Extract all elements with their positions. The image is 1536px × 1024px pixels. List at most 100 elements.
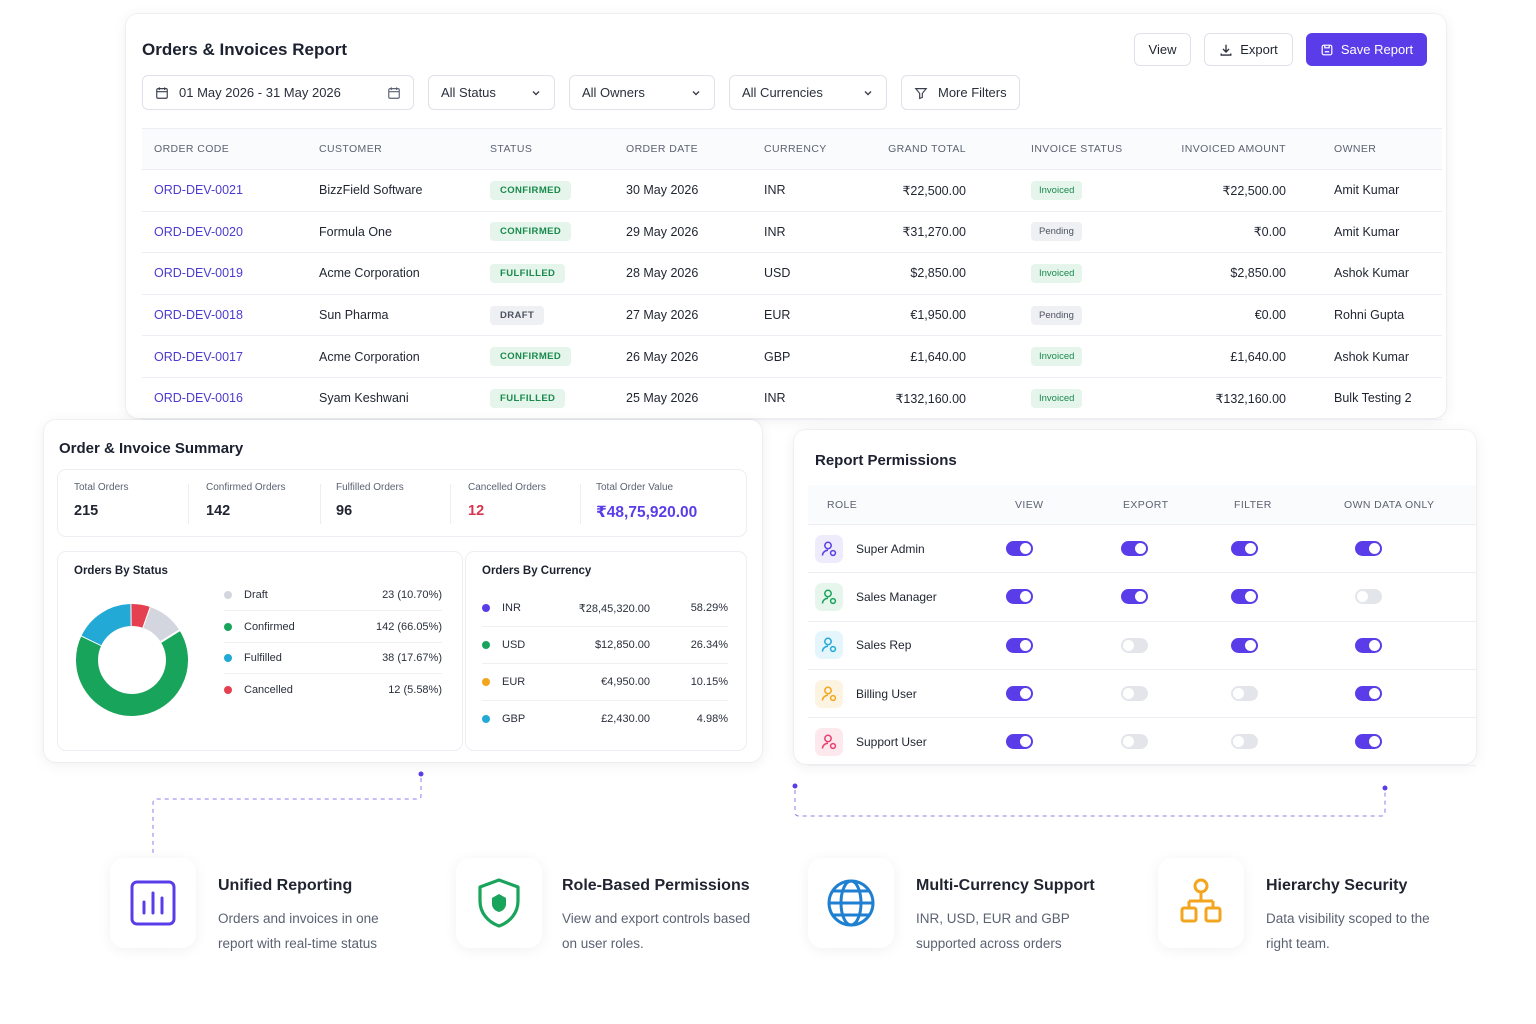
toggle-knob [1233, 736, 1244, 748]
invoice-status-badge: Invoiced [1031, 347, 1083, 367]
cell-invoice-status: Invoiced [1031, 253, 1083, 294]
col-header-grand-total[interactable]: GRAND TOTAL [888, 129, 966, 169]
col-header-own-data-only: OWN DATA ONLY [1344, 498, 1435, 511]
kpi-divider [320, 484, 321, 524]
calendar-icon [156, 86, 168, 99]
view-permission-toggle[interactable] [1006, 589, 1033, 605]
owners-filter-select[interactable]: All Owners [569, 75, 715, 110]
col-header-customer[interactable]: CUSTOMER [319, 129, 382, 169]
toggle-knob [1369, 736, 1380, 748]
table-row[interactable]: ORD-DEV-0020 Formula One CONFIRMED 29 May 2… [142, 212, 1442, 254]
col-header-currency[interactable]: CURRENCY [764, 129, 827, 169]
filter-permission-toggle[interactable] [1231, 589, 1258, 605]
order-code-link[interactable]: ORD-DEV-0018 [154, 308, 243, 322]
cell-customer: Sun Pharma [319, 308, 389, 323]
export-permission-toggle[interactable] [1121, 686, 1148, 702]
toggle-knob [1020, 639, 1031, 651]
legend-dot [224, 591, 232, 599]
filter-permission-toggle[interactable] [1231, 637, 1258, 653]
cell-invoice-status: Pending [1031, 212, 1082, 253]
date-range-picker[interactable]: 01 May 2026 - 31 May 2026 [142, 75, 414, 110]
toggle-knob [1020, 543, 1031, 555]
col-header-invoice-status[interactable]: INVOICE STATUS [1031, 129, 1123, 169]
currencies-filter-select[interactable]: All Currencies [729, 75, 887, 110]
table-row[interactable]: ORD-DEV-0016 Syam Keshwani FULFILLED 25 May… [142, 378, 1442, 420]
filter-permission-toggle[interactable] [1231, 541, 1258, 557]
view-permission-toggle[interactable] [1006, 686, 1033, 702]
own-permission-toggle[interactable] [1355, 734, 1382, 750]
filter-permission-toggle[interactable] [1231, 734, 1258, 750]
currency-amount: ₹28,45,320.00 [578, 603, 650, 615]
invoice-status-badge: Invoiced [1031, 388, 1083, 408]
cell-total: ₹31,270.00 [902, 225, 966, 240]
owners-filter-value: All Owners [582, 85, 645, 100]
view-button[interactable]: View [1134, 33, 1191, 66]
feature-multi-currency-support: Multi-Currency Support INR, USD, EUR and… [808, 858, 1128, 968]
kpi-label: Confirmed Orders [206, 482, 286, 493]
order-status-badge: FULFILLED [490, 388, 566, 408]
order-code-link[interactable]: ORD-DEV-0016 [154, 391, 243, 405]
kpi-value: 142 [206, 503, 231, 519]
kpi-value: ₹48,75,920.00 [596, 504, 698, 521]
order-code-link[interactable]: ORD-DEV-0020 [154, 225, 243, 239]
table-row[interactable]: ORD-DEV-0017 Acme Corporation CONFIRMED 26 … [142, 336, 1442, 378]
feature-title: Role-Based Permissions [562, 877, 750, 894]
kpi-divider [450, 484, 451, 524]
toggle-knob [1123, 736, 1134, 748]
cell-owner: Ashok Kumar [1334, 349, 1410, 364]
permission-cell-view [1006, 525, 1033, 572]
col-header-order-date[interactable]: ORDER DATE [626, 129, 698, 169]
permissions-title: Report Permissions [815, 452, 957, 469]
export-permission-toggle[interactable] [1121, 541, 1148, 557]
export-permission-toggle[interactable] [1121, 734, 1148, 750]
toggle-knob [1020, 736, 1031, 748]
currency-list-item: GBP £2,430.00 4.98% [482, 701, 728, 738]
kpi-fulfilled-orders: Fulfilled Orders 96 [336, 482, 404, 526]
own-permission-toggle[interactable] [1355, 637, 1382, 653]
col-header-status[interactable]: STATUS [490, 129, 532, 169]
own-permission-toggle[interactable] [1355, 686, 1382, 702]
table-row[interactable]: ORD-DEV-0021 BizzField Software CONFIRMED 3… [142, 170, 1442, 212]
cell-total: €1,950.00 [910, 308, 966, 323]
toggle-knob [1245, 543, 1256, 555]
export-button[interactable]: Export [1204, 33, 1293, 66]
col-header-order-code[interactable]: ORDER CODE [154, 129, 229, 169]
order-code-link[interactable]: ORD-DEV-0019 [154, 266, 243, 280]
table-row[interactable]: ORD-DEV-0018 Sun Pharma DRAFT 27 May 2026 EU… [142, 295, 1442, 337]
status-legend-item: Confirmed 142 (66.05%) [224, 612, 442, 643]
currency-list-item: EUR €4,950.00 10.15% [482, 664, 728, 701]
own-permission-toggle[interactable] [1355, 589, 1382, 605]
save-report-button[interactable]: Save Report [1306, 33, 1427, 66]
col-header-invoiced-amount[interactable]: INVOICED AMOUNT [1181, 129, 1286, 169]
export-button-label: Export [1240, 42, 1278, 57]
table-row[interactable]: ORD-DEV-0019 Acme Corporation FULFILLED 28 … [142, 253, 1442, 295]
role-cell: Sales Manager [815, 573, 937, 620]
permission-cell-own [1355, 573, 1382, 620]
col-header-owner[interactable]: OWNER [1334, 129, 1376, 169]
permissions-table-body: Super Admin Sales Manager Sales Rep Billing… [808, 525, 1476, 767]
view-permission-toggle[interactable] [1006, 637, 1033, 653]
cell-code: ORD-DEV-0020 [154, 212, 243, 253]
permission-row: Sales Rep [808, 622, 1476, 670]
legend-label: Cancelled [244, 683, 293, 696]
order-code-link[interactable]: ORD-DEV-0021 [154, 183, 243, 197]
more-filters-button[interactable]: More Filters [901, 75, 1020, 110]
view-permission-toggle[interactable] [1006, 541, 1033, 557]
kpi-label: Total Order Value [596, 482, 674, 493]
export-permission-toggle[interactable] [1121, 589, 1148, 605]
order-code-link[interactable]: ORD-DEV-0017 [154, 350, 243, 364]
status-filter-select[interactable]: All Status [428, 75, 555, 110]
export-permission-toggle[interactable] [1121, 637, 1148, 653]
cell-customer: BizzField Software [319, 183, 423, 198]
cell-invoiced: £1,640.00 [1230, 349, 1286, 364]
connector-dot [418, 771, 424, 777]
currency-list-item: USD $12,850.00 26.34% [482, 627, 728, 664]
cell-owner: Amit Kumar [1334, 183, 1400, 198]
orders-by-status-panel: Orders By Status Draft 23 (10.70%) Confirm… [58, 552, 462, 750]
toggle-knob [1245, 639, 1256, 651]
permission-cell-view [1006, 622, 1033, 669]
legend-dot [482, 604, 490, 612]
view-permission-toggle[interactable] [1006, 734, 1033, 750]
filter-permission-toggle[interactable] [1231, 686, 1258, 702]
own-permission-toggle[interactable] [1355, 541, 1382, 557]
